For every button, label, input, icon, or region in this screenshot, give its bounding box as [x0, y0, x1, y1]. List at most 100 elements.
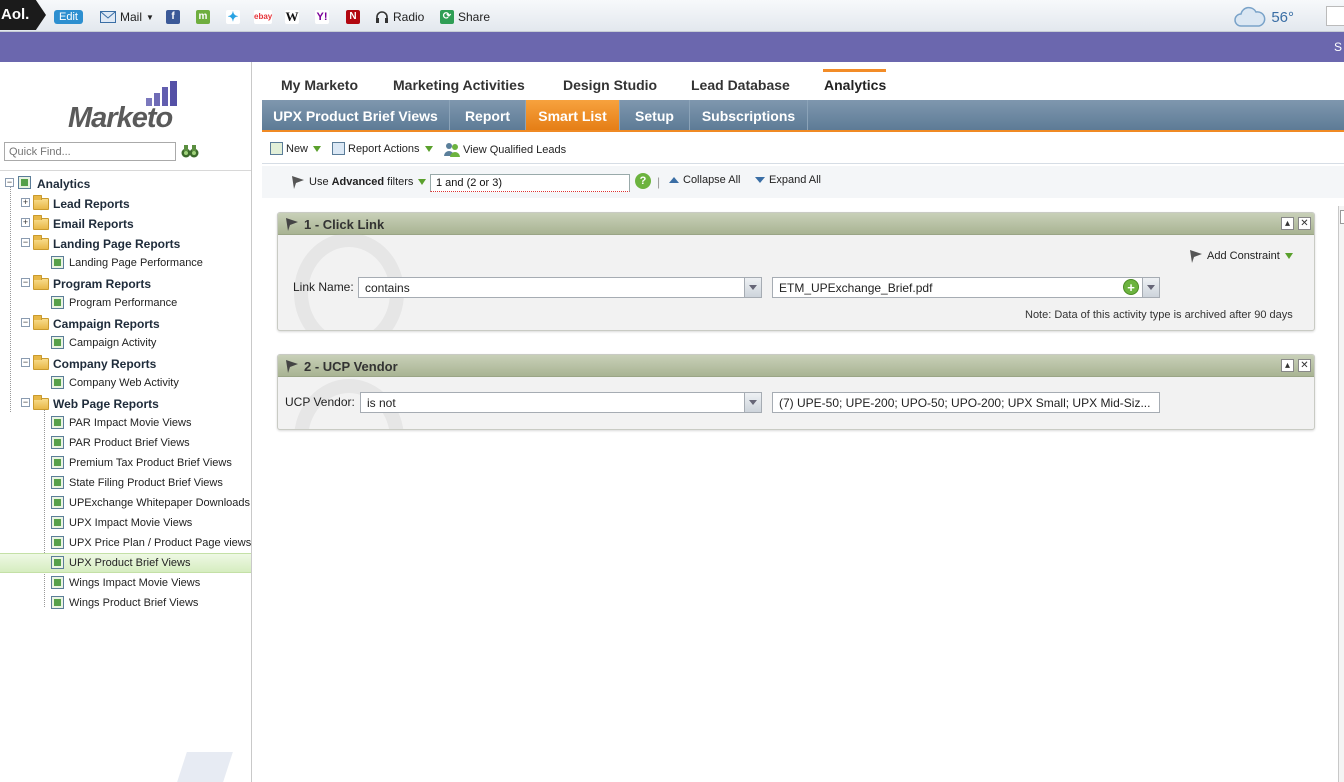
value-multiselect[interactable]: (7) UPE-50; UPE-200; UPO-50; UPO-200; UP… — [772, 392, 1160, 413]
tree-node-par-product-brief-views[interactable]: PAR Product Brief Views — [0, 433, 251, 453]
report-icon — [51, 296, 64, 309]
operator-select[interactable]: is not — [360, 392, 762, 413]
tree-node-upx-product-brief-views[interactable]: UPX Product Brief Views — [0, 553, 251, 573]
filter-logic-input[interactable] — [430, 174, 630, 192]
tab-report[interactable]: Report — [450, 100, 526, 130]
filter-card-click-link: 1 - Click Link ▴ ✕ Add Constraint Link N… — [277, 212, 1315, 331]
tab-smart-list[interactable]: Smart List — [526, 100, 620, 130]
close-icon[interactable]: ✕ — [1298, 359, 1311, 372]
filter-card-header[interactable]: 2 - UCP Vendor ▴ ✕ — [278, 355, 1314, 377]
tree-label: Company Web Activity — [69, 377, 179, 389]
collapse-icon[interactable]: − — [21, 278, 30, 287]
tree-node-program-reports[interactable]: − Program Reports — [0, 273, 251, 293]
mail-button[interactable]: Mail ▼ — [100, 8, 154, 26]
tree-node-par-impact-movie-views[interactable]: PAR Impact Movie Views — [0, 413, 251, 433]
headphones-icon — [376, 11, 388, 23]
people-icon — [444, 143, 460, 157]
tree-node-company-reports[interactable]: − Company Reports — [0, 353, 251, 373]
netflix-link[interactable]: N — [346, 8, 360, 26]
tree-node-program-performance[interactable]: Program Performance — [0, 293, 251, 313]
tree-node-wings-impact-movie-views[interactable]: Wings Impact Movie Views — [0, 573, 251, 593]
tree-node-campaign-reports[interactable]: − Campaign Reports — [0, 313, 251, 333]
tab-report-name[interactable]: UPX Product Brief Views — [262, 100, 450, 130]
nav-analytics[interactable]: Analytics — [824, 77, 886, 93]
collapse-icon[interactable]: − — [21, 398, 30, 407]
value-select[interactable]: ETM_UPExchange_Brief.pdf — [772, 277, 1160, 298]
expand-icon[interactable]: + — [21, 198, 30, 207]
mail-icon — [100, 11, 116, 23]
funnel-icon — [286, 360, 298, 373]
tree-node-web-page-reports[interactable]: − Web Page Reports — [0, 393, 251, 413]
ebay-link[interactable]: ebay — [254, 8, 272, 26]
aol-logo[interactable]: Aol. — [0, 0, 46, 30]
wikipedia-link[interactable]: W — [285, 8, 299, 26]
folder-icon — [33, 235, 49, 250]
filter-value: (7) UPE-50; UPE-200; UPO-50; UPO-200; UP… — [779, 396, 1151, 410]
tree-node-email-reports[interactable]: + Email Reports — [0, 213, 251, 233]
collapse-icon[interactable]: − — [21, 318, 30, 327]
collapse-all-button[interactable]: Collapse All — [668, 174, 740, 186]
operator-select[interactable]: contains — [358, 277, 762, 298]
twitter-link[interactable]: ✦ — [226, 8, 240, 26]
tab-subscriptions[interactable]: Subscriptions — [690, 100, 808, 130]
expand-icon[interactable]: + — [21, 218, 30, 227]
edit-button[interactable]: Edit — [54, 8, 83, 26]
binoculars-icon[interactable] — [181, 143, 199, 159]
quick-find-input[interactable] — [4, 142, 176, 161]
side-panel-handle[interactable] — [1340, 210, 1344, 224]
tree-label: Analytics — [37, 177, 91, 191]
tree-node-wings-product-brief-views[interactable]: Wings Product Brief Views — [0, 593, 251, 613]
radio-button[interactable]: Radio — [375, 8, 424, 26]
tree-node-premium-tax-product-brief-views[interactable]: Premium Tax Product Brief Views — [0, 453, 251, 473]
new-button[interactable]: New — [270, 142, 322, 155]
move-up-icon[interactable]: ▴ — [1281, 217, 1294, 230]
filter-card-header[interactable]: 1 - Click Link ▴ ✕ — [278, 213, 1314, 235]
help-icon[interactable]: ? — [635, 173, 651, 189]
tree-node-campaign-activity[interactable]: Campaign Activity — [0, 333, 251, 353]
sidebar: Marketo − Analytics + Lead Reports + Ema… — [0, 62, 252, 782]
tree-node-analytics[interactable]: − Analytics — [0, 173, 251, 193]
tree-node-upexchange-whitepaper-downloads[interactable]: UPExchange Whitepaper Downloads — [0, 493, 251, 513]
tree-node-company-web-activity[interactable]: Company Web Activity — [0, 373, 251, 393]
scrollbar[interactable] — [1338, 206, 1344, 782]
tree-node-landing-page-performance[interactable]: Landing Page Performance — [0, 253, 251, 273]
report-icon — [51, 456, 64, 469]
collapse-icon[interactable]: − — [5, 178, 14, 187]
tree-node-landing-page-reports[interactable]: − Landing Page Reports — [0, 233, 251, 253]
advanced-filters-toggle[interactable]: Use Advanced filters — [290, 174, 427, 190]
operator-value: contains — [365, 281, 410, 295]
expand-all-button[interactable]: Expand All — [754, 174, 821, 186]
nav-marketing-activities[interactable]: Marketing Activities — [393, 77, 525, 93]
view-qualified-leads-button[interactable]: View Qualified Leads — [444, 142, 566, 157]
funnel-icon — [292, 176, 304, 189]
myspace-link[interactable]: m — [196, 8, 210, 26]
collapse-icon[interactable]: − — [21, 358, 30, 367]
nav-my-marketo[interactable]: My Marketo — [281, 77, 358, 93]
facebook-link[interactable]: f — [166, 8, 180, 26]
tree-node-lead-reports[interactable]: + Lead Reports — [0, 193, 251, 213]
yahoo-icon: Y! — [315, 10, 329, 24]
collapse-icon[interactable]: − — [21, 238, 30, 247]
toolbar-search-box[interactable] — [1326, 6, 1344, 26]
add-value-icon[interactable]: + — [1123, 279, 1139, 295]
weather-widget[interactable]: 56° — [1233, 6, 1294, 28]
tree-label: Lead Reports — [53, 197, 130, 211]
tree-node-upx-price-plan[interactable]: UPX Price Plan / Product Page views — [0, 533, 251, 553]
chevron-down-icon — [744, 393, 761, 412]
nav-lead-database[interactable]: Lead Database — [691, 77, 790, 93]
tree-node-upx-impact-movie-views[interactable]: UPX Impact Movie Views — [0, 513, 251, 533]
collapse-icon — [669, 177, 679, 183]
close-icon[interactable]: ✕ — [1298, 217, 1311, 230]
report-actions-button[interactable]: Report Actions — [332, 142, 433, 155]
nav-design-studio[interactable]: Design Studio — [563, 77, 657, 93]
tree-node-state-filing-product-brief-views[interactable]: State Filing Product Brief Views — [0, 473, 251, 493]
tab-setup[interactable]: Setup — [620, 100, 690, 130]
share-button[interactable]: ⟳ Share — [440, 8, 490, 26]
report-icon — [51, 416, 64, 429]
move-up-icon[interactable]: ▴ — [1281, 359, 1294, 372]
yahoo-link[interactable]: Y! — [315, 8, 329, 26]
logo-text: Marketo — [68, 102, 173, 134]
add-constraint-button[interactable]: Add Constraint — [1188, 248, 1293, 264]
new-icon — [270, 142, 283, 155]
tree-label: Web Page Reports — [53, 397, 159, 411]
